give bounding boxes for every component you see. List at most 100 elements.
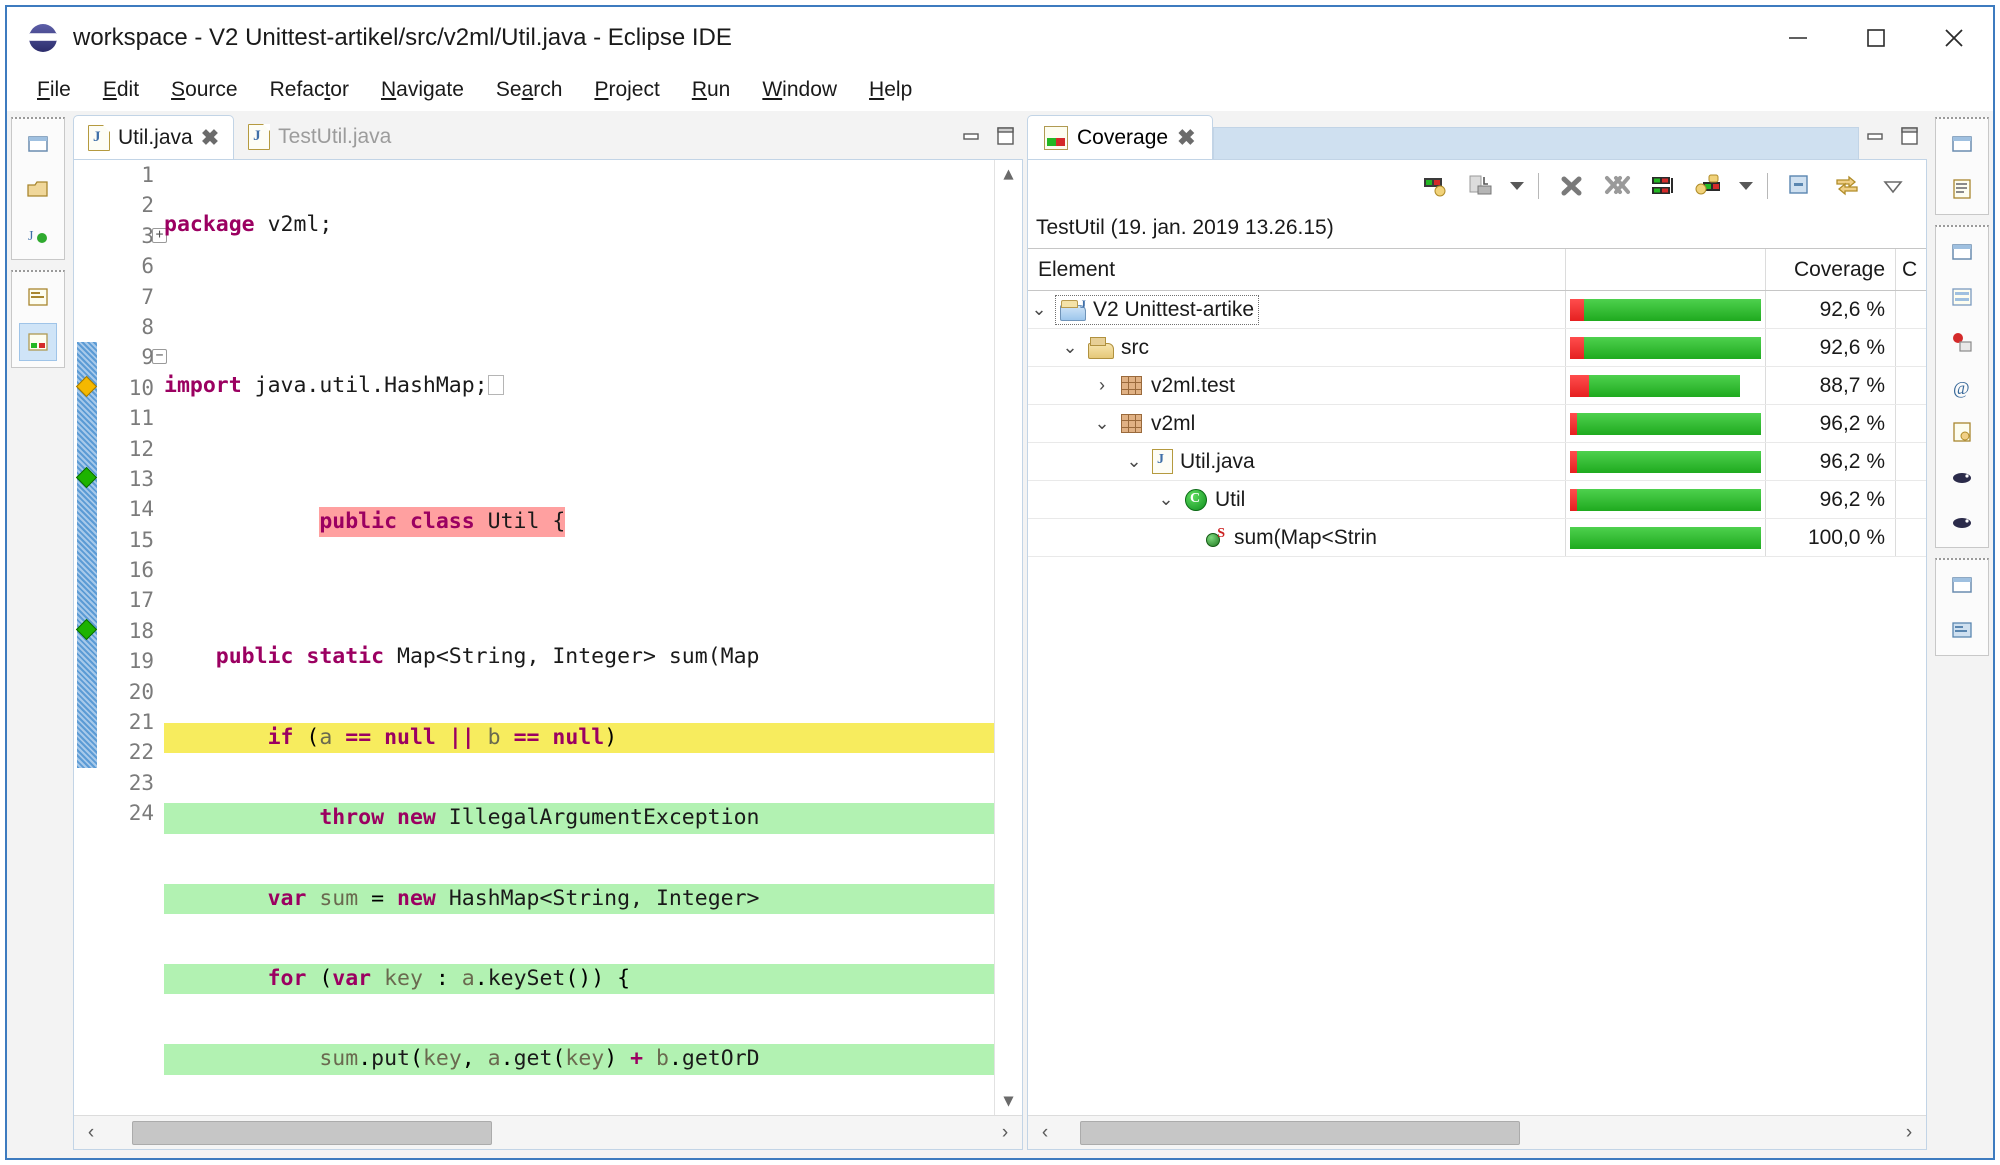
- scroll-track[interactable]: [1062, 1116, 1892, 1150]
- tree-item-util-class[interactable]: ⌄ C Util: [1028, 481, 1566, 518]
- javadoc-icon[interactable]: @: [1943, 368, 1981, 406]
- collapse-all-icon[interactable]: [1782, 167, 1820, 205]
- scroll-thumb[interactable]: [1080, 1120, 1520, 1145]
- editor-minimize-button[interactable]: [955, 119, 989, 153]
- restore-view-icon[interactable]: [19, 125, 57, 163]
- menu-search[interactable]: Search: [480, 78, 579, 102]
- tree-item-v2ml[interactable]: ⌄ v2ml: [1028, 405, 1566, 442]
- menu-refactor[interactable]: Refactor: [254, 78, 365, 102]
- scroll-right-icon[interactable]: ›: [988, 1122, 1022, 1144]
- remove-session-icon[interactable]: [1553, 167, 1591, 205]
- menu-window[interactable]: Window: [746, 78, 853, 102]
- column-header-extra[interactable]: C: [1896, 249, 1926, 290]
- chevron-down-icon[interactable]: ⌄: [1059, 337, 1081, 358]
- table-row[interactable]: ⌄ src 92,6 %: [1028, 329, 1926, 367]
- menu-edit[interactable]: Edit: [87, 78, 155, 102]
- scroll-thumb[interactable]: [132, 1120, 492, 1145]
- coverage-session-icon[interactable]: [1416, 167, 1454, 205]
- chevron-down-icon[interactable]: ⌄: [1123, 451, 1145, 472]
- tab-coverage[interactable]: Coverage ✖: [1027, 115, 1213, 159]
- package-explorer-icon[interactable]: [19, 170, 57, 208]
- scroll-left-icon[interactable]: ‹: [1028, 1122, 1062, 1144]
- maximize-button[interactable]: [1837, 7, 1915, 69]
- code-line: if (a == null || b == null): [164, 722, 1022, 754]
- remove-all-sessions-icon[interactable]: [1599, 167, 1637, 205]
- menu-run[interactable]: Run: [676, 78, 747, 102]
- table-row[interactable]: S sum(Map<Strin 100,0 %: [1028, 519, 1926, 557]
- restore-view-icon[interactable]: [1943, 125, 1981, 163]
- code-area[interactable]: 1 2 3 + 6 7 8 9− 10 11 12 13 14 15 16 17…: [74, 160, 1022, 1115]
- chevron-down-icon[interactable]: ⌄: [1028, 299, 1050, 320]
- search-icon-1[interactable]: [1943, 458, 1981, 496]
- declaration-icon[interactable]: [1943, 413, 1981, 451]
- tree-item-sum-method[interactable]: S sum(Map<Strin: [1028, 519, 1566, 556]
- coverage-view-icon[interactable]: [19, 323, 57, 361]
- tree-item-util-java[interactable]: ⌄ J Util.java: [1028, 443, 1566, 480]
- table-row[interactable]: ⌄ J V2 Unittest-artike 92,6 %: [1028, 291, 1926, 329]
- chevron-down-icon[interactable]: ⌄: [1091, 413, 1113, 434]
- table-row[interactable]: › v2ml.test 88,7 %: [1028, 367, 1926, 405]
- editor-vertical-scrollbar[interactable]: ▲ ▼: [994, 160, 1022, 1115]
- junit-view-icon[interactable]: J: [19, 215, 57, 253]
- coverage-view: Coverage ✖ TestUtil (19. jan. 2019 13.26…: [1027, 113, 1927, 1150]
- collapse-expand-icon[interactable]: [1645, 167, 1683, 205]
- title-bar: workspace - V2 Unittest-artikel/src/v2ml…: [7, 7, 1993, 69]
- chevron-right-icon[interactable]: ›: [1091, 375, 1113, 396]
- select-session-dropdown-arrow[interactable]: [1739, 182, 1753, 190]
- coverage-horizontal-scrollbar[interactable]: ‹ ›: [1028, 1115, 1926, 1149]
- problems-icon[interactable]: [1943, 323, 1981, 361]
- scroll-right-icon[interactable]: ›: [1892, 1122, 1926, 1144]
- line-number: 16: [128, 558, 154, 583]
- source-code[interactable]: package v2ml; import java.util.HashMap; …: [158, 160, 1022, 1115]
- project-explorer-icon[interactable]: [19, 278, 57, 316]
- outline-view-icon[interactable]: [1943, 170, 1981, 208]
- tree-item-project[interactable]: ⌄ J V2 Unittest-artike: [1028, 291, 1566, 328]
- coverage-percent: 96,2 %: [1766, 405, 1896, 442]
- close-icon[interactable]: ✖: [201, 125, 219, 151]
- menu-navigate[interactable]: Navigate: [365, 78, 480, 102]
- search-icon-2[interactable]: [1943, 503, 1981, 541]
- java-file-icon: J: [248, 124, 271, 150]
- line-number: 6: [141, 254, 154, 279]
- toolbar-dropdown-arrow[interactable]: [1510, 182, 1524, 190]
- scroll-down-icon[interactable]: ▼: [1003, 1091, 1013, 1111]
- marker-gutter[interactable]: [74, 160, 100, 1115]
- scroll-up-icon[interactable]: ▲: [1003, 164, 1013, 184]
- table-row[interactable]: ⌄ C Util 96,2 %: [1028, 481, 1926, 519]
- editor-maximize-button[interactable]: [989, 119, 1023, 153]
- console-icon[interactable]: [1943, 611, 1981, 649]
- editor-tab-util-java[interactable]: J Util.java ✖: [73, 115, 235, 159]
- coverage-bar: [1570, 412, 1761, 435]
- view-menu-icon[interactable]: [1874, 167, 1912, 205]
- coverage-bar-cell: [1566, 329, 1766, 366]
- editor-tab-testutil-java[interactable]: J TestUtil.java: [234, 115, 405, 159]
- scroll-left-icon[interactable]: ‹: [74, 1122, 108, 1144]
- editor-horizontal-scrollbar[interactable]: ‹ ›: [74, 1115, 1022, 1149]
- coverage-tree[interactable]: ⌄ J V2 Unittest-artike 92,6 % ⌄ src 92,6…: [1028, 291, 1926, 1115]
- menu-source[interactable]: Source: [155, 78, 254, 102]
- scroll-track[interactable]: [108, 1116, 988, 1150]
- close-button[interactable]: [1915, 7, 1993, 69]
- coverage-maximize-button[interactable]: [1893, 119, 1927, 153]
- restore-view-icon[interactable]: [1943, 566, 1981, 604]
- import-session-icon[interactable]: [1462, 167, 1500, 205]
- extra-cell: [1896, 329, 1926, 366]
- menu-project[interactable]: Project: [578, 78, 675, 102]
- link-with-selection-icon[interactable]: [1828, 167, 1866, 205]
- menu-help[interactable]: Help: [853, 78, 928, 102]
- close-icon[interactable]: ✖: [1177, 125, 1195, 151]
- table-row[interactable]: ⌄ v2ml 96,2 %: [1028, 405, 1926, 443]
- minimize-button[interactable]: [1759, 7, 1837, 69]
- coverage-minimize-button[interactable]: [1859, 119, 1893, 153]
- tree-item-src[interactable]: ⌄ src: [1028, 329, 1566, 366]
- table-row[interactable]: ⌄ J Util.java 96,2 %: [1028, 443, 1926, 481]
- menu-file[interactable]: File: [21, 78, 87, 102]
- tree-item-v2ml-test[interactable]: › v2ml.test: [1028, 367, 1566, 404]
- chevron-down-icon[interactable]: ⌄: [1155, 489, 1177, 510]
- select-session-icon[interactable]: [1691, 167, 1729, 205]
- task-list-icon[interactable]: [1943, 278, 1981, 316]
- column-header-coverage[interactable]: Coverage: [1766, 249, 1896, 290]
- line-number: 20: [128, 679, 154, 704]
- column-header-element[interactable]: Element: [1028, 249, 1566, 290]
- restore-view-icon[interactable]: [1943, 233, 1981, 271]
